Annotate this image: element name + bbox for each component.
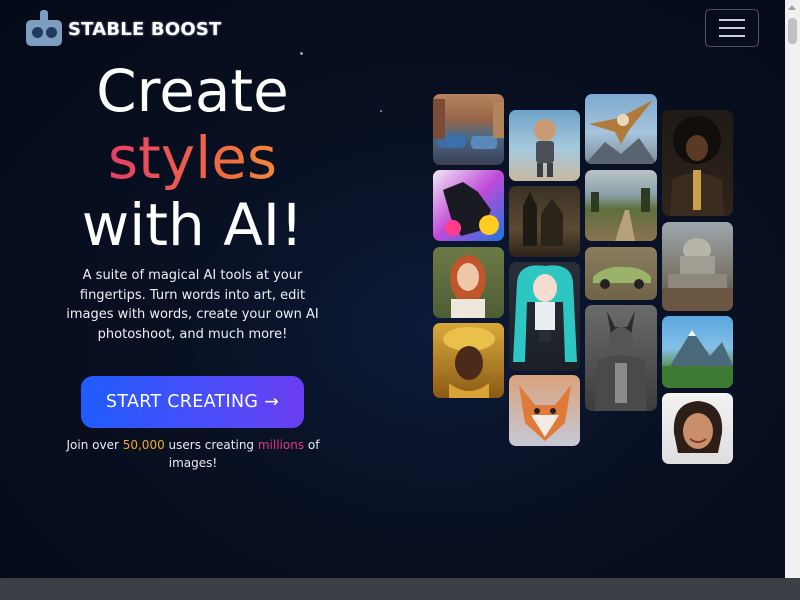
smiling-woman-image — [662, 393, 733, 464]
hero-title-line1: Create — [96, 57, 289, 125]
start-creating-button[interactable]: START CREATING → — [81, 376, 304, 428]
page-scrollbar[interactable] — [785, 0, 800, 578]
star-decoration — [380, 110, 382, 112]
street-cars-image — [433, 94, 504, 165]
country-road-image — [585, 170, 657, 241]
red-hair-woman-image — [433, 247, 504, 318]
hero-title-highlight: styles — [40, 125, 345, 192]
gold-jewelry-woman-image — [433, 323, 504, 398]
dog-colorful-image — [433, 170, 504, 241]
hero-title-line3: with AI! — [81, 191, 304, 259]
robot-boy-image — [509, 110, 580, 181]
hamburger-menu-button[interactable] — [705, 9, 759, 47]
scrollbar-thumb[interactable] — [788, 18, 797, 44]
millions-highlight: millions — [257, 438, 305, 452]
armored-figure-image — [585, 305, 657, 411]
hero-title: Create styles with AI! — [40, 58, 345, 259]
mountain-landscape-image — [662, 316, 733, 388]
brand-logo[interactable]: STABLE BOOST — [24, 10, 222, 48]
join-users-text: Join over 50,000 users creating millions… — [66, 438, 320, 470]
hamburger-menu-icon — [719, 19, 745, 21]
star-decoration — [300, 52, 303, 55]
fox-image — [509, 375, 580, 446]
green-car-image — [585, 247, 657, 300]
anime-girl-image — [509, 262, 580, 371]
robot-logo-icon — [24, 10, 64, 48]
next-section-band — [0, 578, 800, 600]
eagle-image — [585, 94, 657, 164]
ruined-capitol-image — [662, 222, 733, 311]
hero-tagline: A suite of magical AI tools at your fing… — [66, 268, 319, 342]
castle-image — [509, 186, 580, 257]
scroll-up-icon[interactable] — [788, 5, 796, 10]
afro-man-suit-image — [662, 110, 733, 216]
brand-name: STABLE BOOST — [68, 18, 222, 40]
user-count: 50,000 — [122, 438, 165, 452]
